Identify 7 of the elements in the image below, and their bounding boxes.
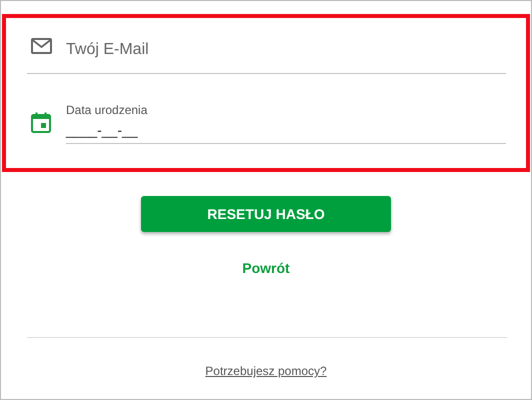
calendar-icon bbox=[31, 112, 51, 133]
field-label: Data urodzenia bbox=[66, 103, 148, 117]
field-value: ____-__-__ bbox=[66, 122, 139, 138]
birth-date-field[interactable]: Data urodzenia ____-__-__ bbox=[66, 103, 506, 144]
back-link[interactable]: Powrót bbox=[242, 260, 290, 276]
mail-icon bbox=[31, 38, 52, 54]
help-link[interactable]: Potrzebujesz pomocy? bbox=[205, 364, 327, 378]
